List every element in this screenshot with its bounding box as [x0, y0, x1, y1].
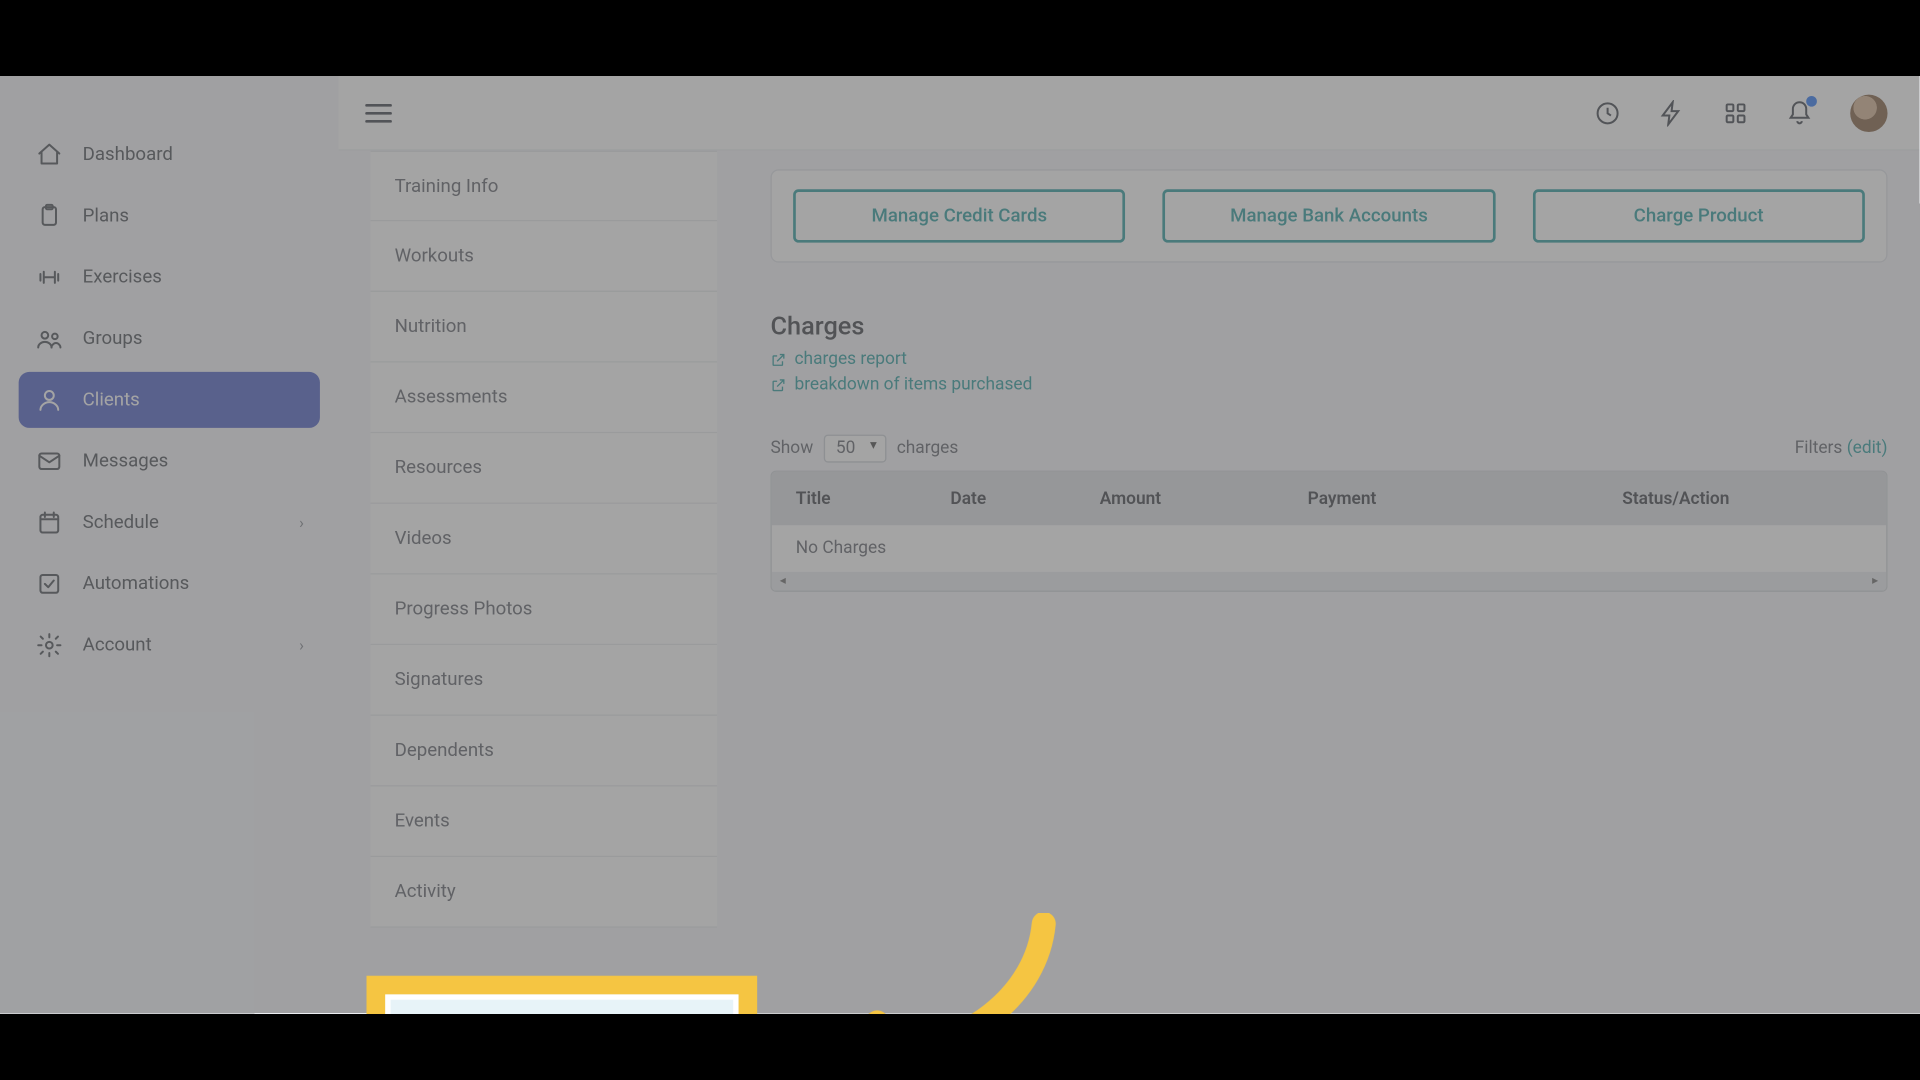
subnav-item-resources[interactable]: Resources — [371, 433, 718, 504]
home-icon — [35, 140, 64, 169]
subnav-item-workouts[interactable]: Workouts — [371, 221, 718, 292]
client-subnav: Training InfoWorkoutsNutritionAssessment… — [352, 151, 736, 1013]
topbar — [339, 76, 1920, 151]
subnav-item-signatures[interactable]: Signatures — [371, 645, 718, 716]
charges-report-link[interactable]: charges report — [770, 349, 1887, 369]
filters-label: Filters (edit) — [1795, 439, 1888, 459]
sidebar-item-account[interactable]: Account › — [19, 617, 320, 673]
avatar[interactable] — [1850, 94, 1887, 131]
calendar-icon — [35, 508, 64, 537]
sidebar-item-groups[interactable]: Groups — [19, 311, 320, 367]
breakdown-text: breakdown of items purchased — [794, 375, 1032, 395]
main-content: Manage Credit Cards Manage Bank Accounts… — [757, 151, 1901, 1013]
sidebar-item-automations[interactable]: Automations — [19, 556, 320, 612]
table-empty: No Charges — [772, 525, 1886, 572]
subnav-item-videos[interactable]: Videos — [371, 504, 718, 575]
show-suffix: charges — [897, 439, 959, 459]
breakdown-link[interactable]: breakdown of items purchased — [770, 375, 1887, 395]
checkbox-icon — [35, 569, 64, 598]
lifecycle-highlight: Lifecycle — [367, 976, 758, 1014]
manage-credit-cards-button[interactable]: Manage Credit Cards — [793, 189, 1125, 242]
col-title: Title — [796, 489, 951, 509]
bolt-icon[interactable] — [1658, 99, 1685, 126]
sidebar-item-plans[interactable]: Plans — [19, 188, 320, 244]
subnav-item-activity[interactable]: Activity — [371, 857, 718, 928]
sidebar-item-label: Groups — [83, 328, 143, 349]
subnav-item-nutrition[interactable]: Nutrition — [371, 292, 718, 363]
sidebar-item-label: Automations — [83, 573, 190, 594]
clock-icon[interactable] — [1594, 99, 1621, 126]
subnav-item-progress-photos[interactable]: Progress Photos — [371, 575, 718, 646]
subnav-item-lifecycle[interactable]: Lifecycle — [385, 994, 738, 1014]
col-amount: Amount — [1100, 489, 1308, 509]
sidebar-item-label: Plans — [83, 205, 129, 226]
mail-icon — [35, 447, 64, 476]
sidebar-item-schedule[interactable]: Schedule › — [19, 495, 320, 551]
sidebar-item-messages[interactable]: Messages — [19, 433, 320, 489]
show-row: Show 50 charges Filters (edit) — [770, 435, 1887, 463]
sidebar-item-label: Exercises — [83, 267, 162, 288]
filters-edit-link[interactable]: (edit) — [1847, 439, 1888, 459]
sidebar-item-exercises[interactable]: Exercises — [19, 249, 320, 305]
col-payment: Payment — [1308, 489, 1623, 509]
show-count-select[interactable]: 50 — [824, 435, 886, 463]
chevron-right-icon: › — [299, 513, 304, 532]
apps-icon[interactable] — [1722, 99, 1749, 126]
dumbbell-icon — [35, 263, 64, 292]
sidebar: Dashboard Plans Exercises Groups Clients Mess… — [0, 76, 339, 1013]
gear-icon — [35, 631, 64, 660]
sidebar-item-label: Clients — [83, 389, 140, 410]
sidebar-item-label: Messages — [83, 451, 169, 472]
table-next[interactable]: ▸ — [1872, 575, 1878, 588]
show-prefix: Show — [770, 439, 813, 459]
subnav-item-assessments[interactable]: Assessments — [371, 363, 718, 434]
sidebar-item-label: Account — [83, 635, 152, 656]
person-icon — [35, 385, 64, 414]
clipboard-icon — [35, 201, 64, 230]
subnav-item-training-info[interactable]: Training Info — [371, 151, 718, 222]
col-status: Status/Action — [1622, 489, 1862, 509]
table-prev[interactable]: ◂ — [780, 575, 786, 588]
bell-icon[interactable] — [1786, 99, 1813, 126]
menu-toggle[interactable] — [365, 103, 392, 122]
charges-table: Title Date Amount Payment Status/Action … — [770, 471, 1887, 592]
manage-bank-accounts-button[interactable]: Manage Bank Accounts — [1163, 189, 1495, 242]
charge-product-button[interactable]: Charge Product — [1532, 189, 1864, 242]
sidebar-item-label: Dashboard — [83, 144, 173, 165]
chevron-right-icon: › — [299, 636, 304, 655]
sidebar-item-label: Schedule — [83, 512, 159, 533]
subnav-item-dependents[interactable]: Dependents — [371, 716, 718, 787]
charges-heading: Charges — [770, 311, 1887, 342]
subnav-item-events[interactable]: Events — [371, 786, 718, 857]
groups-icon — [35, 324, 64, 353]
sidebar-item-clients[interactable]: Clients — [19, 372, 320, 428]
charges-report-text: charges report — [794, 349, 906, 369]
col-date: Date — [950, 489, 1099, 509]
payment-actions: Manage Credit Cards Manage Bank Accounts… — [770, 169, 1887, 262]
sidebar-item-dashboard[interactable]: Dashboard — [19, 127, 320, 183]
